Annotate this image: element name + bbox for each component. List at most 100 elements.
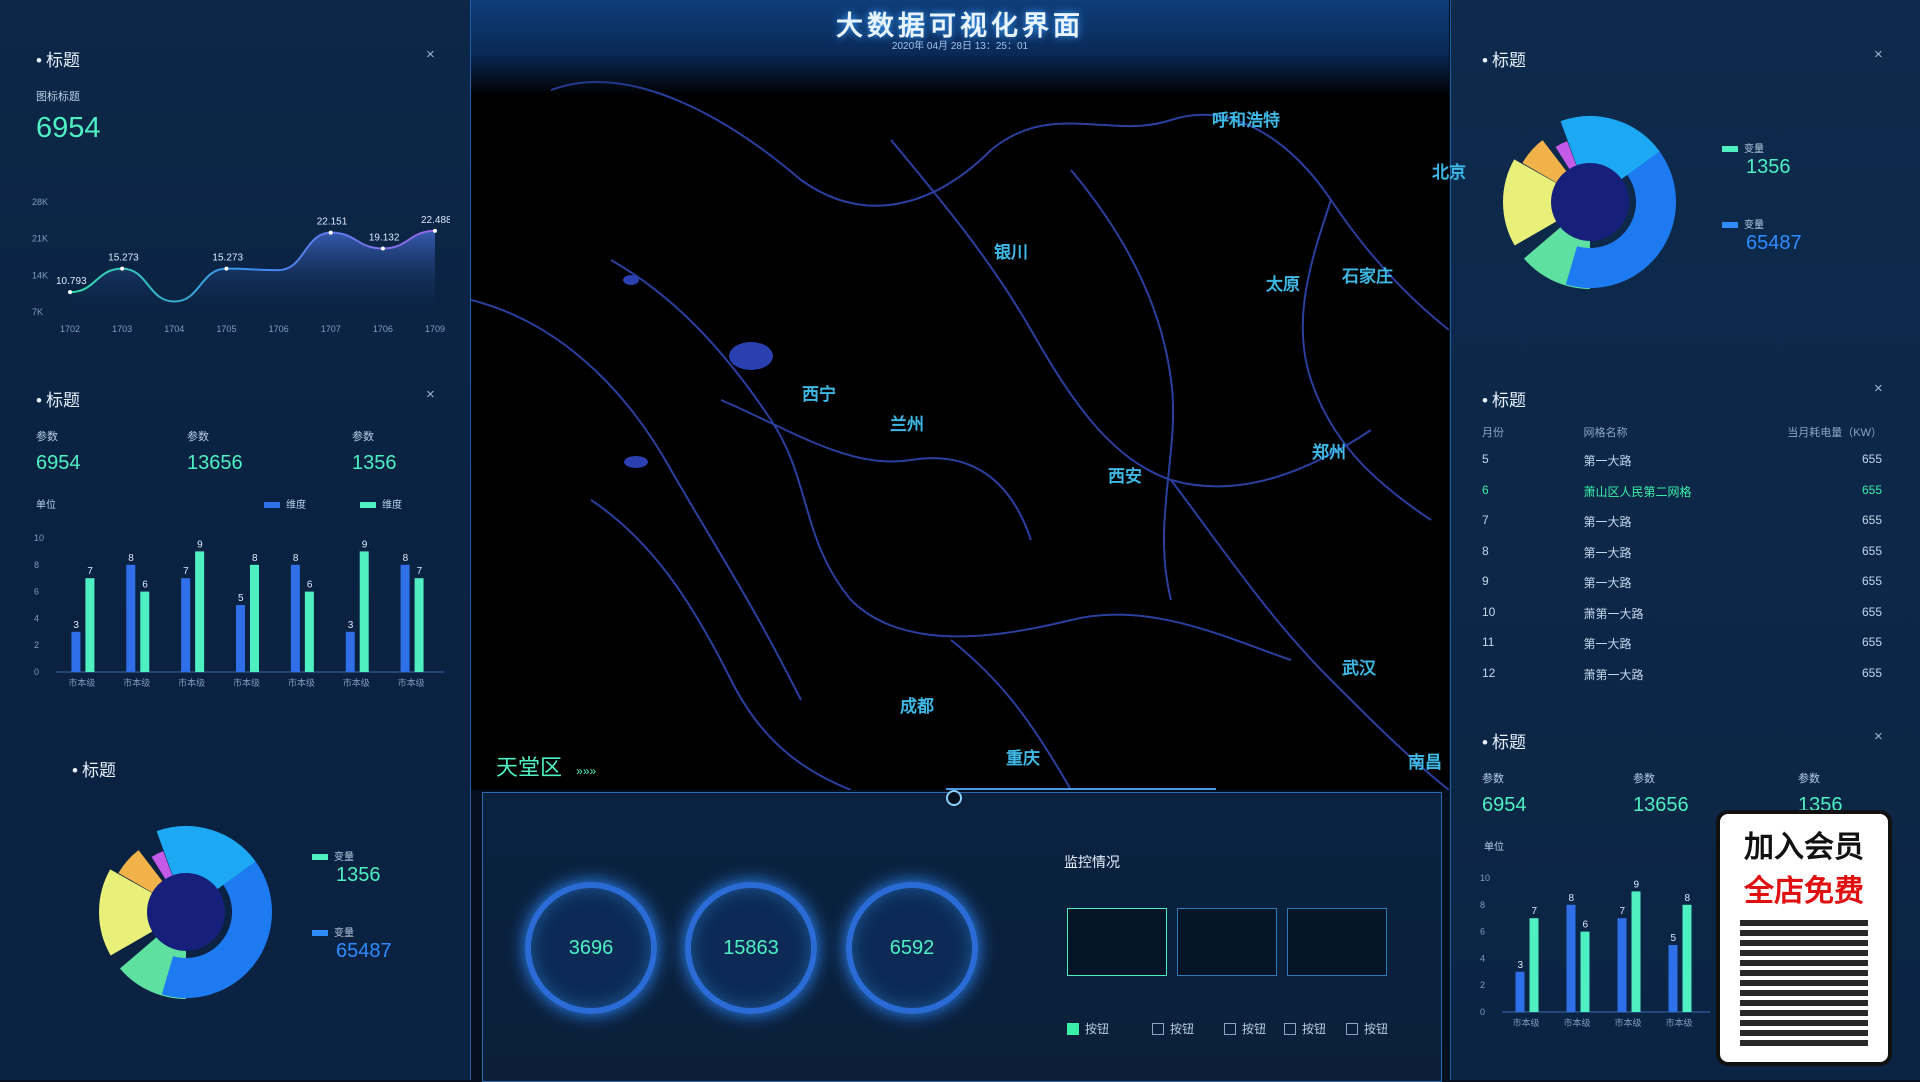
- close-icon[interactable]: ×: [1874, 380, 1883, 397]
- table-cell: 655: [1861, 635, 1882, 649]
- x-tick-label: 市本级: [398, 677, 425, 688]
- filter-checkbox[interactable]: 按钮: [1224, 1020, 1266, 1037]
- city-label[interactable]: 武汉: [1342, 654, 1376, 679]
- data-point: [68, 290, 72, 295]
- city-label[interactable]: 西宁: [802, 380, 836, 405]
- filter-checkbox[interactable]: 按钮: [1152, 1020, 1194, 1037]
- stat-label: 参数: [1482, 773, 1504, 785]
- bar: [236, 605, 245, 672]
- section-title: 标题: [1482, 386, 1526, 411]
- stat-label: 参数: [1798, 773, 1820, 785]
- table-cell: 11: [1482, 635, 1495, 649]
- headline-value: 6954: [36, 112, 101, 144]
- table-row[interactable]: 11 第一大路 655: [1482, 635, 1882, 666]
- unit-label: 单位: [1484, 842, 1504, 853]
- promo-badge[interactable]: 加入会员 全店免费: [1716, 810, 1892, 1066]
- filter-checkbox[interactable]: 按钮: [1067, 1020, 1109, 1037]
- x-tick-label: 市本级: [288, 677, 315, 688]
- table-row[interactable]: 5 第一大路 655: [1482, 452, 1882, 483]
- x-tick-label: 1707: [321, 324, 341, 334]
- table-row[interactable]: 12 萧第一大路 655: [1482, 666, 1882, 697]
- y-tick-label: 10: [34, 533, 44, 543]
- stat-value: 13656: [187, 452, 243, 474]
- map-area[interactable]: [470, 0, 1450, 791]
- table-cell: 9: [1482, 574, 1489, 588]
- y-tick-label: 8: [1480, 900, 1485, 910]
- data-label: 6: [307, 580, 313, 591]
- camera-thumbnail[interactable]: [1177, 908, 1277, 976]
- close-icon[interactable]: ×: [426, 46, 435, 63]
- city-label[interactable]: 银川: [994, 238, 1028, 263]
- bar: [1617, 918, 1627, 1012]
- bar: [250, 564, 259, 672]
- table-row[interactable]: 8 第一大路 655: [1482, 544, 1882, 575]
- table-row[interactable]: 9 第一大路 655: [1482, 574, 1882, 605]
- data-label: 15.273: [108, 253, 139, 264]
- chart-title: 图标标题: [36, 91, 80, 103]
- table-cell: 萧山区人民第二网格: [1583, 484, 1692, 499]
- camera-thumbnail[interactable]: [1287, 908, 1387, 976]
- city-label[interactable]: 呼和浩特: [1212, 106, 1280, 131]
- bar-chart: 024681037市本级86市本级79市本级58市本级86市本级39市本级87市…: [34, 533, 444, 688]
- data-label: 3: [1518, 960, 1524, 971]
- area-chart: 7K 14K 21K 28K 1702 1703 1704 1705 1706 1707 1706 1…: [32, 197, 450, 334]
- monitor-top-bar: [946, 788, 1216, 800]
- data-table: 月份 网格名称 当月耗电量（KW） 5 第一大路 655 6 萧山区人民第二网格 655 7…: [1482, 424, 1882, 696]
- close-icon[interactable]: ×: [1874, 728, 1883, 745]
- city-label[interactable]: 重庆: [1006, 744, 1040, 769]
- stat-label: 参数: [36, 431, 58, 443]
- legend-item: 变量: [1722, 216, 1764, 231]
- bar: [1580, 931, 1590, 1012]
- y-tick-label: 2: [34, 640, 39, 650]
- stat-value: 6954: [36, 452, 81, 474]
- data-point: [328, 230, 333, 235]
- city-label[interactable]: 石家庄: [1342, 262, 1393, 287]
- legend-item: 变量: [1722, 140, 1764, 155]
- city-label[interactable]: 兰州: [890, 410, 924, 435]
- city-label[interactable]: 南昌: [1408, 748, 1442, 773]
- close-icon[interactable]: ×: [1874, 46, 1883, 63]
- table-row[interactable]: 6 萧山区人民第二网格 655: [1482, 483, 1882, 514]
- y-tick-label: 10: [1480, 873, 1490, 883]
- x-tick-label: 1706: [269, 324, 289, 334]
- map-outline: [470, 81, 1450, 791]
- bar: [1529, 918, 1539, 1012]
- monitor-knob: [946, 790, 962, 806]
- data-label: 7: [183, 566, 189, 577]
- city-label[interactable]: 成都: [900, 692, 934, 717]
- city-label[interactable]: 郑州: [1312, 438, 1346, 463]
- data-point: [433, 228, 437, 233]
- section-title: 标题: [36, 386, 80, 411]
- close-icon[interactable]: ×: [426, 386, 435, 403]
- data-point: [120, 266, 125, 271]
- section-title: 标题: [1482, 728, 1526, 753]
- y-tick-label: 14K: [32, 270, 48, 280]
- table-cell: 第一大路: [1583, 637, 1632, 651]
- y-tick-label: 6: [34, 587, 39, 597]
- district-label[interactable]: 天堂区 »»»: [496, 750, 596, 782]
- camera-thumbnail[interactable]: [1067, 908, 1167, 976]
- bar: [71, 631, 81, 672]
- filter-checkbox[interactable]: 按钮: [1284, 1020, 1326, 1037]
- city-label[interactable]: 太原: [1266, 270, 1300, 295]
- table-cell: 655: [1861, 452, 1882, 466]
- filter-checkbox[interactable]: 按钮: [1346, 1020, 1388, 1037]
- data-label: 9: [362, 539, 368, 550]
- bar: [400, 564, 410, 672]
- data-label: 3: [348, 620, 354, 631]
- datetime: 2020年 04月 28日 13：25：01: [891, 41, 1029, 52]
- table-row[interactable]: 10 萧第一大路 655: [1482, 605, 1882, 636]
- data-label: 6: [1583, 920, 1589, 931]
- data-label: 19.132: [369, 232, 400, 243]
- city-label[interactable]: 西安: [1108, 462, 1142, 487]
- y-tick-label: 6: [1480, 927, 1485, 937]
- table-cell: 第一大路: [1583, 515, 1632, 529]
- legend-item: 变量: [312, 848, 354, 863]
- data-label: 10.793: [56, 276, 87, 287]
- table-cell: 7: [1482, 513, 1489, 527]
- city-label[interactable]: 北京: [1432, 158, 1466, 183]
- checkbox-icon: [1284, 1022, 1296, 1035]
- unit-label: 单位: [36, 500, 56, 511]
- stat-circle: 6592: [846, 882, 978, 1014]
- table-row[interactable]: 7 第一大路 655: [1482, 513, 1882, 544]
